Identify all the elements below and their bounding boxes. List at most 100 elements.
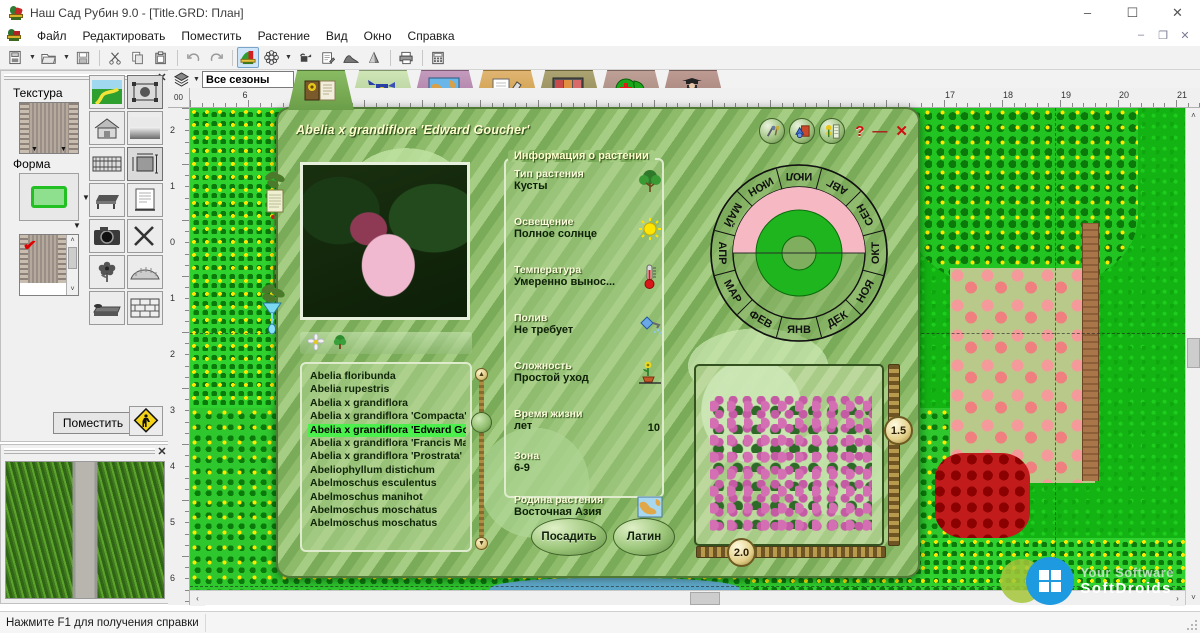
- list-item[interactable]: Abelia x grandiflora: [308, 397, 466, 410]
- mdi-restore-button[interactable]: ❐: [1152, 26, 1174, 44]
- paste-icon[interactable]: [150, 47, 172, 68]
- list-item[interactable]: Abelia x grandiflora 'Compacta': [308, 410, 466, 423]
- resize-grip[interactable]: [1186, 619, 1198, 631]
- scroll-left-icon[interactable]: ‹: [190, 591, 205, 606]
- canvas-vertical-scrollbar[interactable]: ˄ ˅: [1185, 108, 1200, 605]
- notes-icon[interactable]: [317, 47, 339, 68]
- help-button[interactable]: ?: [855, 123, 864, 140]
- menu-place[interactable]: Поместить: [173, 27, 249, 45]
- list-item[interactable]: Abelmoschus manihot: [308, 491, 466, 504]
- tab-encyclopedia[interactable]: [288, 70, 354, 110]
- scroll-thumb[interactable]: [68, 247, 77, 269]
- list-item[interactable]: Abelia x grandiflora 'Francis Ma...: [308, 437, 466, 450]
- vertical-scroll-thumb[interactable]: [1187, 338, 1200, 368]
- scroll-up-icon[interactable]: ˄: [67, 235, 78, 246]
- save-icon[interactable]: [72, 47, 94, 68]
- cone-icon[interactable]: [363, 47, 385, 68]
- preview-panel-close-icon[interactable]: ✕: [155, 445, 169, 458]
- bridge-icon[interactable]: [127, 255, 163, 289]
- vertical-ruler[interactable]: 2101234567: [168, 108, 190, 605]
- list-item[interactable]: Abelmoschus moschatus: [308, 517, 466, 530]
- list-item[interactable]: Abelmoschus moschatus: [308, 504, 466, 517]
- menu-window[interactable]: Окно: [356, 27, 400, 45]
- text-note-icon[interactable]: [127, 183, 163, 217]
- cut-icon[interactable]: [104, 47, 126, 68]
- watering-icon[interactable]: [294, 47, 316, 68]
- plant-list-scroll-down[interactable]: ▼: [475, 537, 488, 550]
- maximize-button[interactable]: ☐: [1110, 0, 1155, 26]
- horizontal-scroll-thumb[interactable]: [690, 592, 720, 605]
- latin-button[interactable]: Латин: [613, 518, 675, 556]
- plan-view-icon[interactable]: [237, 47, 259, 68]
- menu-edit[interactable]: Редактировать: [75, 27, 174, 45]
- bloom-month-wheel[interactable]: ЯНВ ФЕВ МАР АПР МАЙ ИЮН ИЮЛ АВГ СЕН ОКТ НОЯ ДЕК: [709, 163, 889, 343]
- form-preview[interactable]: [19, 173, 79, 221]
- tools-icon[interactable]: [127, 219, 163, 253]
- plant-dropdown-arrow[interactable]: ▼: [283, 47, 294, 68]
- house-icon[interactable]: [89, 111, 125, 145]
- list-item[interactable]: Abelmoschus esculentus: [308, 477, 466, 490]
- stone-edge-icon[interactable]: [89, 291, 125, 325]
- dimensions-icon[interactable]: [127, 147, 163, 181]
- road-work-sign-icon[interactable]: [129, 406, 163, 436]
- dialog-close-button[interactable]: ✕: [895, 122, 908, 140]
- preview-panel-grip[interactable]: ✕: [1, 445, 169, 458]
- open-folder-icon[interactable]: [38, 47, 60, 68]
- terrain-icon[interactable]: [340, 47, 362, 68]
- place-button[interactable]: Поместить: [53, 412, 133, 434]
- mdi-close-button[interactable]: ✕: [1174, 26, 1196, 44]
- texture-swatch[interactable]: ▼ ▼: [19, 102, 79, 154]
- list-item[interactable]: Abelia x grandiflora 'Prostrata': [308, 450, 466, 463]
- menu-file[interactable]: Файл: [29, 27, 75, 45]
- layers-dropdown-arrow[interactable]: ▼: [191, 76, 202, 83]
- camera-icon[interactable]: [89, 219, 125, 253]
- scroll-down-icon[interactable]: ˅: [67, 284, 78, 295]
- structure-nodes-icon[interactable]: [127, 75, 163, 109]
- texture-list-scrollbar[interactable]: ˄ ˅: [66, 235, 78, 295]
- new-document-icon[interactable]: [4, 47, 26, 68]
- garden-tools-icon[interactable]: [759, 118, 786, 144]
- minimize-button[interactable]: –: [1065, 0, 1110, 26]
- gradient-surface-icon[interactable]: [127, 111, 163, 145]
- list-item[interactable]: Abelia floribunda: [308, 370, 466, 383]
- plant-list-scroll-thumb[interactable]: [471, 412, 492, 433]
- brick-wall-icon[interactable]: [127, 291, 163, 325]
- calculator-icon[interactable]: [427, 47, 449, 68]
- plant-list-scroll-up[interactable]: ▲: [475, 368, 488, 381]
- close-button[interactable]: ✕: [1155, 0, 1200, 26]
- scroll-up-icon[interactable]: ˄: [1186, 108, 1200, 123]
- plant-button[interactable]: Посадить: [531, 518, 607, 556]
- bench-icon[interactable]: [89, 183, 125, 217]
- ruler-number: 19: [1060, 90, 1072, 100]
- flower-icon[interactable]: [89, 255, 125, 289]
- mdi-minimize-button[interactable]: –: [1130, 26, 1152, 44]
- new-dropdown-arrow[interactable]: ▼: [27, 47, 38, 68]
- plant-list-scrollbar[interactable]: ▲ ▼: [471, 368, 492, 550]
- season-select[interactable]: Все сезоны: [202, 71, 294, 88]
- print-icon[interactable]: [395, 47, 417, 68]
- texture-list[interactable]: ✔ ˄ ˅: [19, 234, 79, 296]
- layers-icon[interactable]: [171, 71, 191, 89]
- plant-species-list[interactable]: Abelia floribunda Abelia rupestris Abelia …: [300, 362, 472, 552]
- list-item[interactable]: Abelia rupestris: [308, 383, 466, 396]
- fence-icon[interactable]: [89, 147, 125, 181]
- design-book-icon[interactable]: [789, 118, 816, 144]
- plant-catalog-icon[interactable]: [819, 118, 846, 144]
- menu-plant[interactable]: Растение: [250, 27, 318, 45]
- ruler-origin[interactable]: 00: [168, 88, 190, 108]
- menu-view[interactable]: Вид: [318, 27, 356, 45]
- scroll-down-icon[interactable]: ˅: [1186, 590, 1200, 605]
- undo-icon[interactable]: [182, 47, 204, 68]
- plant-3d-preview[interactable]: [694, 364, 884, 546]
- open-dropdown-arrow[interactable]: ▼: [61, 47, 72, 68]
- list-item[interactable]: Abelia x grandiflora 'Edward Go...: [308, 423, 466, 438]
- dialog-minimize-button[interactable]: —: [872, 123, 887, 140]
- tree-shape-icon[interactable]: [332, 334, 348, 353]
- list-item[interactable]: Abeliophyllum distichum: [308, 464, 466, 477]
- menu-help[interactable]: Справка: [400, 27, 463, 45]
- copy-icon[interactable]: [127, 47, 149, 68]
- plant-database-icon[interactable]: [260, 47, 282, 68]
- flower-bloom-icon[interactable]: [307, 332, 325, 353]
- redo-icon[interactable]: [205, 47, 227, 68]
- landscape-icon[interactable]: [89, 75, 125, 109]
